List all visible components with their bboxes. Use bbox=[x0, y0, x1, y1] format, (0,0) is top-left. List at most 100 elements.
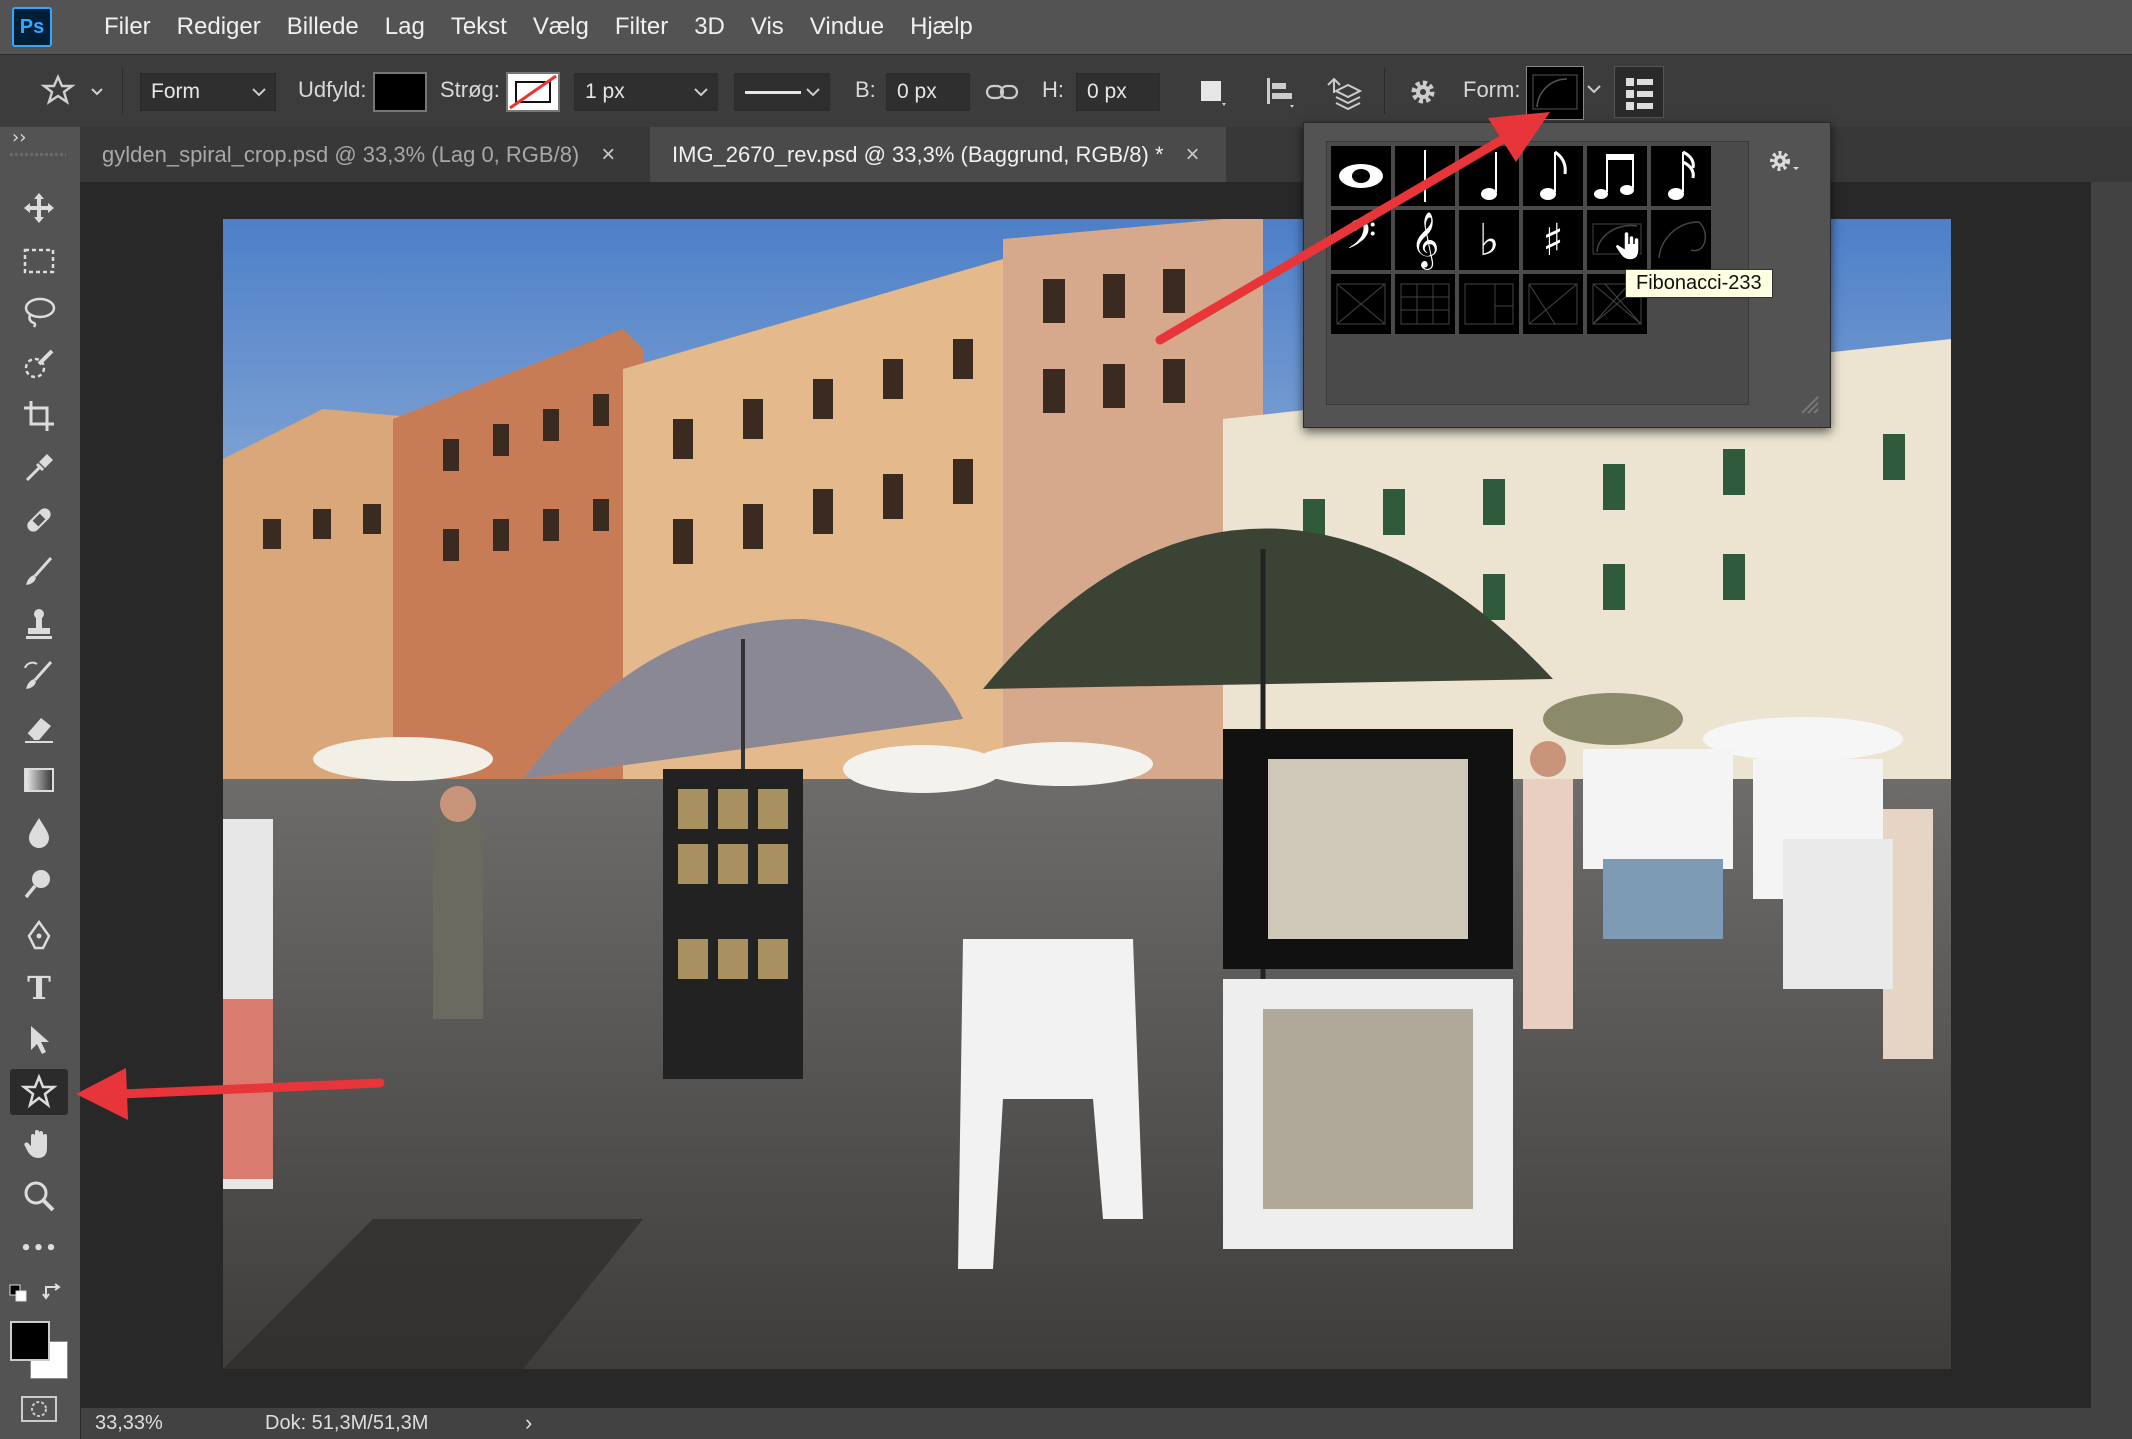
menu-tekst[interactable]: Tekst bbox=[451, 13, 507, 41]
zoom-level[interactable]: 33,33% bbox=[95, 1412, 163, 1435]
path-arrangement-icon[interactable] bbox=[1322, 73, 1362, 111]
dodge-tool[interactable] bbox=[10, 861, 68, 907]
foreground-color-swatch[interactable] bbox=[10, 1321, 50, 1361]
shape-treble-clef[interactable]: 𝄞 bbox=[1395, 210, 1455, 270]
menu-bar: Ps Filer Rediger Billede Lag Tekst Vælg … bbox=[0, 0, 2132, 54]
tab-title: IMG_2670_rev.psd @ 33,3% (Baggrund, RGB/… bbox=[672, 141, 1164, 167]
whole-note-icon bbox=[1339, 164, 1383, 188]
pen-tool[interactable] bbox=[10, 913, 68, 959]
move-tool[interactable] bbox=[10, 185, 68, 231]
eighth-note-icon bbox=[1540, 150, 1567, 200]
shape-picker-thumb[interactable] bbox=[1526, 66, 1584, 120]
tool-preset-picker[interactable] bbox=[40, 71, 104, 115]
width-field[interactable]: 0 px bbox=[886, 73, 970, 111]
options-bar: Form Udfyld: Strøg: 1 px B: 0 px H: 0 px… bbox=[0, 54, 2132, 129]
gear-icon[interactable] bbox=[1404, 73, 1442, 111]
menu-3d[interactable]: 3D bbox=[694, 13, 725, 41]
shape-beamed-eighth-notes[interactable] bbox=[1587, 146, 1647, 206]
menu-filer[interactable]: Filer bbox=[104, 13, 151, 41]
eraser-tool[interactable] bbox=[10, 705, 68, 751]
history-brush-tool[interactable] bbox=[10, 653, 68, 699]
brush-tool[interactable] bbox=[10, 549, 68, 595]
healing-brush-tool[interactable] bbox=[10, 497, 68, 543]
shape-whole-note[interactable] bbox=[1331, 146, 1391, 206]
golden-ratio-icon bbox=[1464, 283, 1514, 325]
shape-sixteenth-note[interactable] bbox=[1651, 146, 1711, 206]
quick-mask-icon[interactable] bbox=[20, 1395, 58, 1423]
path-selection-tool[interactable] bbox=[10, 1017, 68, 1063]
treble-clef-icon: 𝄞 bbox=[1410, 211, 1440, 268]
gradient-tool[interactable] bbox=[10, 757, 68, 803]
pen-icon bbox=[27, 919, 51, 950]
shape-golden-spiral[interactable] bbox=[1651, 210, 1711, 270]
fill-swatch[interactable] bbox=[373, 72, 427, 112]
solid-line-icon bbox=[745, 90, 801, 94]
type-icon: T bbox=[27, 969, 51, 1007]
expand-panel-button[interactable]: ›› bbox=[12, 127, 26, 148]
menu-vaelg[interactable]: Vælg bbox=[533, 13, 589, 41]
golden-spiral-icon bbox=[1658, 221, 1707, 259]
close-icon[interactable]: × bbox=[1186, 141, 1200, 169]
shape-quarter-note[interactable] bbox=[1459, 146, 1519, 206]
shape-flat-sign[interactable]: ♭ bbox=[1459, 210, 1519, 270]
diagonal-cross-icon bbox=[1528, 283, 1578, 325]
stroke-type-select[interactable] bbox=[734, 73, 830, 111]
type-tool[interactable]: T bbox=[10, 965, 68, 1011]
eyedropper-tool[interactable] bbox=[10, 445, 68, 491]
thirds-grid-icon bbox=[1400, 283, 1450, 325]
shape-bass-clef[interactable]: 𝄢 bbox=[1331, 210, 1391, 270]
height-value: 0 px bbox=[1087, 80, 1127, 103]
quick-selection-icon bbox=[24, 349, 54, 379]
stroke-swatch[interactable] bbox=[506, 72, 560, 112]
menu-vis[interactable]: Vis bbox=[751, 13, 784, 41]
shape-grid[interactable] bbox=[1395, 274, 1455, 334]
quick-selection-tool[interactable] bbox=[10, 341, 68, 387]
panel-grip bbox=[10, 153, 66, 156]
hand-tool[interactable] bbox=[10, 1121, 68, 1167]
link-icon[interactable] bbox=[985, 79, 1019, 105]
shape-golden-ratio-grid[interactable] bbox=[1459, 274, 1519, 334]
bandage-icon bbox=[27, 508, 51, 532]
path-operations-icon[interactable] bbox=[1198, 77, 1230, 109]
menu-hjaelp[interactable]: Hjælp bbox=[910, 13, 973, 41]
more-tools-button[interactable]: ••• bbox=[10, 1225, 68, 1271]
clone-stamp-tool[interactable] bbox=[10, 601, 68, 647]
tab-gylden-spiral[interactable]: gylden_spiral_crop.psd @ 33,3% (Lag 0, R… bbox=[80, 127, 648, 182]
chevron-down-icon[interactable] bbox=[1586, 83, 1602, 97]
align-edges-button[interactable] bbox=[1614, 66, 1664, 118]
default-colors-icon[interactable] bbox=[8, 1283, 32, 1303]
stroke-width-field[interactable]: 1 px bbox=[574, 73, 718, 111]
tab-img-2670[interactable]: IMG_2670_rev.psd @ 33,3% (Baggrund, RGB/… bbox=[650, 127, 1226, 182]
path-alignment-icon[interactable] bbox=[1264, 75, 1298, 109]
mode-select[interactable]: Form bbox=[140, 73, 276, 111]
chevron-down-icon bbox=[694, 88, 708, 97]
width-label: B: bbox=[855, 77, 876, 102]
height-field[interactable]: 0 px bbox=[1076, 73, 1160, 111]
menu-billede[interactable]: Billede bbox=[287, 13, 359, 41]
arrow-cursor-icon bbox=[31, 1026, 49, 1054]
close-icon[interactable]: × bbox=[601, 141, 615, 169]
gear-icon[interactable] bbox=[1766, 147, 1802, 177]
stroke-label: Strøg: bbox=[440, 77, 500, 102]
blur-tool[interactable] bbox=[10, 809, 68, 855]
crop-tool[interactable] bbox=[10, 393, 68, 439]
lasso-tool[interactable] bbox=[10, 289, 68, 335]
marquee-tool[interactable] bbox=[10, 237, 68, 283]
hand-icon bbox=[24, 1130, 47, 1158]
shape-sharp-sign[interactable]: ♯ bbox=[1523, 210, 1583, 270]
status-menu-arrow[interactable]: › bbox=[525, 1410, 532, 1436]
zoom-tool[interactable] bbox=[10, 1173, 68, 1219]
menu-filter[interactable]: Filter bbox=[615, 13, 668, 41]
menu-lag[interactable]: Lag bbox=[385, 13, 425, 41]
resize-grip-icon[interactable] bbox=[1798, 393, 1820, 415]
shape-half-note-stem[interactable] bbox=[1395, 146, 1455, 206]
menu-vindue[interactable]: Vindue bbox=[810, 13, 884, 41]
menu-rediger[interactable]: Rediger bbox=[177, 13, 261, 41]
swap-colors-icon[interactable] bbox=[42, 1281, 64, 1303]
shape-grid-diagonal[interactable] bbox=[1331, 274, 1391, 334]
custom-shape-tool[interactable] bbox=[10, 1069, 68, 1115]
shape-eighth-note[interactable] bbox=[1523, 146, 1583, 206]
half-note-icon bbox=[1424, 150, 1426, 202]
shape-diagonal-cross[interactable] bbox=[1523, 274, 1583, 334]
width-value: 0 px bbox=[897, 80, 937, 103]
